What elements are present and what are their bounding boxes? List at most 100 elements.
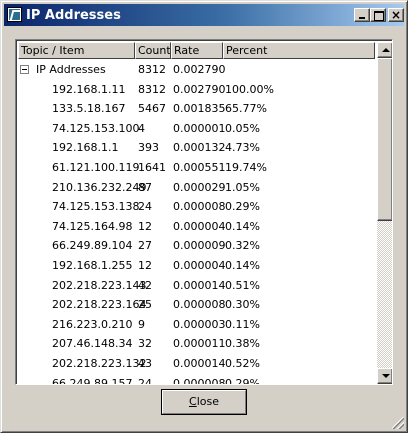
list-header: Topic / Item Count Rate Percent <box>18 42 375 59</box>
row-topic: 192.168.1.255 <box>52 258 133 272</box>
row-count: 32 <box>138 337 152 351</box>
row-rate: 0.000003 <box>173 317 226 331</box>
row-rate: 0.000008 <box>173 376 226 385</box>
row-topic: 61.121.100.119 <box>52 160 140 174</box>
row-count: 8312 <box>138 63 166 76</box>
row-count: 4 <box>138 121 145 135</box>
row-percent: 65.77% <box>225 102 267 116</box>
table-row[interactable]: 202.218.223.164 25 0.000008 0.30% <box>18 295 375 315</box>
table-row[interactable]: 74.125.164.98 12 0.000004 0.14% <box>18 217 375 237</box>
row-count: 25 <box>138 298 152 312</box>
scroll-down-icon <box>382 374 390 378</box>
table-row[interactable]: 192.168.1.11 8312 0.002790 100.00% <box>18 80 375 100</box>
row-topic: 66.249.89.104 <box>52 239 133 253</box>
table-row[interactable]: 133.5.18.167 5467 0.001835 65.77% <box>18 99 375 119</box>
collapse-icon[interactable] <box>20 65 29 74</box>
row-percent: 0.51% <box>225 278 260 292</box>
row-topic: 210.136.232.249 <box>52 180 147 194</box>
row-rate: 0.000004 <box>173 258 226 272</box>
row-count: 9 <box>138 317 145 331</box>
table-row[interactable]: 192.168.1.1 393 0.000132 4.73% <box>18 138 375 158</box>
row-topic: 207.46.148.34 <box>52 337 133 351</box>
title-bar[interactable]: IP Addresses × <box>4 4 404 26</box>
stats-tree-list[interactable]: Topic / Item Count Rate Percent IP Addre… <box>15 39 393 385</box>
row-topic: 133.5.18.167 <box>52 102 126 116</box>
table-row[interactable]: 207.46.148.34 32 0.000011 0.38% <box>18 334 375 354</box>
row-percent: 0.14% <box>225 219 260 233</box>
row-topic: 192.168.1.11 <box>52 82 126 96</box>
row-topic: 74.125.153.100 <box>52 121 140 135</box>
row-percent: 0.30% <box>225 298 260 312</box>
column-header-count[interactable]: Count <box>135 42 171 59</box>
table-row[interactable]: 66.249.89.104 27 0.000009 0.32% <box>18 236 375 256</box>
column-header-rate[interactable]: Rate <box>171 42 223 59</box>
table-row[interactable]: 216.223.0.210 9 0.000003 0.11% <box>18 315 375 335</box>
table-row[interactable]: 202.218.223.143 42 0.000014 0.51% <box>18 276 375 296</box>
row-percent: 1.05% <box>225 180 260 194</box>
app-icon[interactable] <box>7 7 22 22</box>
row-percent: 19.74% <box>225 160 267 174</box>
close-icon: × <box>390 8 402 22</box>
close-button[interactable]: Close <box>161 389 247 415</box>
row-count: 393 <box>138 141 159 155</box>
minimize-icon <box>359 17 365 19</box>
close-window-button[interactable]: × <box>388 8 404 22</box>
dialog-window: IP Addresses × Topic / Item Count Rate P… <box>0 0 408 433</box>
scroll-up-icon <box>382 48 390 52</box>
row-count: 8312 <box>138 82 166 96</box>
row-rate: 0.002790 <box>173 63 226 76</box>
maximize-icon <box>374 11 384 21</box>
row-topic: 74.125.164.98 <box>52 219 133 233</box>
scroll-thumb[interactable] <box>377 58 392 221</box>
table-row[interactable]: 74.125.153.138 24 0.000008 0.29% <box>18 197 375 217</box>
row-rate: 0.000014 <box>173 356 226 370</box>
row-percent: 4.73% <box>225 141 260 155</box>
table-row[interactable]: 61.121.100.119 1641 0.000551 19.74% <box>18 158 375 178</box>
row-count: 12 <box>138 258 152 272</box>
row-rate: 0.000001 <box>173 121 226 135</box>
row-percent: 0.29% <box>225 200 260 214</box>
vertical-scrollbar[interactable] <box>377 42 392 384</box>
scroll-down-button[interactable] <box>377 368 392 384</box>
row-topic: 202.218.223.143 <box>52 278 147 292</box>
row-rate: 0.001835 <box>173 102 226 116</box>
row-percent: 0.38% <box>225 337 260 351</box>
row-count: 24 <box>138 376 152 385</box>
row-count: 5467 <box>138 102 166 116</box>
row-rate: 0.000008 <box>173 298 226 312</box>
row-rate: 0.000009 <box>173 239 226 253</box>
table-row[interactable]: 74.125.153.100 4 0.000001 0.05% <box>18 119 375 139</box>
row-percent: 0.05% <box>225 121 260 135</box>
row-rate: 0.000008 <box>173 200 226 214</box>
row-rate: 0.000011 <box>173 337 226 351</box>
tree-child-rows: 192.168.1.11 8312 0.002790 100.00% 133.5.18.… <box>18 80 375 384</box>
row-topic: IP Addresses <box>36 63 106 76</box>
row-rate: 0.000132 <box>173 141 226 155</box>
resize-grip[interactable] <box>392 417 404 429</box>
row-topic: 202.218.223.164 <box>52 298 147 312</box>
table-row[interactable]: 202.218.223.132 43 0.000014 0.52% <box>18 354 375 374</box>
column-header-percent[interactable]: Percent <box>223 42 375 59</box>
column-header-topic[interactable]: Topic / Item <box>18 42 135 59</box>
row-count: 43 <box>138 356 152 370</box>
row-percent: 0.11% <box>225 317 260 331</box>
row-count: 1641 <box>138 160 166 174</box>
row-rate: 0.000029 <box>173 180 226 194</box>
row-topic: 66.249.89.157 <box>52 376 133 385</box>
maximize-button[interactable] <box>370 8 386 22</box>
table-row[interactable]: 210.136.232.249 87 0.000029 1.05% <box>18 178 375 198</box>
row-percent: 0.14% <box>225 258 260 272</box>
row-count: 87 <box>138 180 152 194</box>
row-rate: 0.000551 <box>173 160 226 174</box>
row-topic: 216.223.0.210 <box>52 317 133 331</box>
table-row[interactable]: 192.168.1.255 12 0.000004 0.14% <box>18 256 375 276</box>
row-rate: 0.000014 <box>173 278 226 292</box>
row-topic: 192.168.1.1 <box>52 141 119 155</box>
scroll-up-button[interactable] <box>377 42 392 58</box>
minimize-button[interactable] <box>354 8 370 22</box>
row-topic: 74.125.153.138 <box>52 200 140 214</box>
tree-parent-row[interactable]: IP Addresses 8312 0.002790 <box>18 60 375 80</box>
row-percent: 0.32% <box>225 239 260 253</box>
table-row[interactable]: 66.249.89.157 24 0.000008 0.29% <box>18 374 375 385</box>
row-count: 12 <box>138 219 152 233</box>
